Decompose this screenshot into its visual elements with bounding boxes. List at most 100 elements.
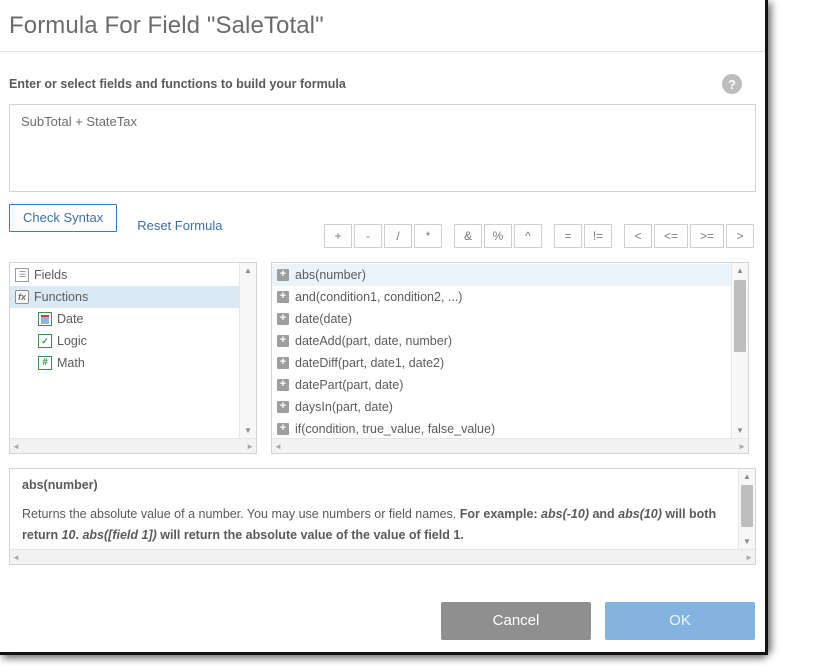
operator-button-less-than[interactable]: < [624,224,652,248]
tree-vertical-scrollbar[interactable]: ▲ ▼ [239,263,256,438]
dialog-footer: Cancel OK [0,589,765,652]
ok-button[interactable]: OK [605,602,755,640]
operator-button-ampersand[interactable]: & [454,224,482,248]
scroll-up-icon[interactable]: ▲ [732,263,748,278]
instruction-label: Enter or select fields and functions to … [9,77,346,91]
list-item[interactable]: + datePart(part, date) [272,374,731,396]
operator-button-plus[interactable]: + [324,224,352,248]
tree-item-label: Logic [57,334,87,348]
expand-plus-icon[interactable]: + [277,291,289,303]
tree-item-functions[interactable]: fx Functions [10,286,239,308]
operator-button-equals[interactable]: = [554,224,582,248]
desc-part: will return the absolute value of the va… [157,528,464,542]
actions-row: Check Syntax Reset Formula + - / * & % ^… [9,204,756,252]
operator-button-caret[interactable]: ^ [514,224,542,248]
function-list-panel: + abs(number) + and(condition1, conditio… [271,262,749,454]
tree-item-label: Fields [34,268,67,282]
expand-plus-icon[interactable]: + [277,379,289,391]
reset-formula-link[interactable]: Reset Formula [137,218,222,233]
operator-group-arithmetic: + - / * [324,224,444,248]
category-tree-list: ☰ Fields fx Functions Date ✓ Logic [10,263,239,438]
desc-part: and [589,507,618,521]
list-item[interactable]: + abs(number) [272,264,731,286]
operator-button-minus[interactable]: - [354,224,382,248]
description-vertical-scrollbar[interactable]: ▲ ▼ [738,469,755,549]
expand-plus-icon[interactable]: + [277,335,289,347]
list-item[interactable]: + daysIn(part, date) [272,396,731,418]
operator-button-not-equals[interactable]: != [584,224,612,248]
function-list-vertical-scrollbar[interactable]: ▲ ▼ [731,263,748,438]
tree-item-fields[interactable]: ☰ Fields [10,264,239,286]
scroll-right-icon[interactable]: ► [745,553,753,562]
list-item[interactable]: + and(condition1, condition2, ...) [272,286,731,308]
function-label: date(date) [295,312,352,326]
list-item[interactable]: + if(condition, true_value, false_value) [272,418,731,438]
expand-plus-icon[interactable]: + [277,269,289,281]
tree-item-math[interactable]: # Math [10,352,239,374]
expand-plus-icon[interactable]: + [277,401,289,413]
scroll-down-icon[interactable]: ▼ [732,423,748,438]
formula-input[interactable]: SubTotal + StateTax [9,104,756,192]
desc-part: abs([field 1]) [82,528,156,542]
fx-icon: fx [15,290,29,304]
description-body: abs(number) Returns the absolute value o… [10,469,738,549]
selector-panels: ☰ Fields fx Functions Date ✓ Logic [9,262,756,454]
checklist-icon: ✓ [38,334,52,348]
expand-plus-icon[interactable]: + [277,423,289,435]
tree-item-label: Date [57,312,83,326]
dialog-title-bar: Formula For Field "SaleTotal" [0,0,765,52]
scroll-left-icon[interactable]: ◄ [12,442,20,451]
scroll-up-icon[interactable]: ▲ [240,263,256,278]
scroll-left-icon[interactable]: ◄ [274,442,282,451]
description-scroll-thumb[interactable] [741,485,753,527]
operator-button-less-or-equal[interactable]: <= [654,224,688,248]
category-tree-body: ☰ Fields fx Functions Date ✓ Logic [10,263,256,438]
function-label: abs(number) [295,268,366,282]
scroll-up-icon[interactable]: ▲ [739,469,755,484]
description-scroll-track[interactable] [739,484,755,534]
function-list-horizontal-scrollbar[interactable]: ◄ ► [272,438,748,453]
description-title: abs(number) [22,478,726,492]
operator-group-comparison: < <= >= > [624,224,756,248]
help-icon[interactable]: ? [722,74,742,94]
function-label: dateDiff(part, date1, date2) [295,356,444,370]
calendar-icon [38,312,52,326]
function-scroll-thumb[interactable] [734,280,746,352]
operator-button-divide[interactable]: / [384,224,412,248]
expand-plus-icon[interactable]: + [277,313,289,325]
instruction-row: Enter or select fields and functions to … [9,74,756,94]
operator-button-multiply[interactable]: * [414,224,442,248]
list-item[interactable]: + dateDiff(part, date1, date2) [272,352,731,374]
list-icon: ☰ [15,268,29,282]
category-tree-panel: ☰ Fields fx Functions Date ✓ Logic [9,262,257,454]
list-item[interactable]: + date(date) [272,308,731,330]
desc-part: For example: [460,507,541,521]
list-item[interactable]: + dateAdd(part, date, number) [272,330,731,352]
expand-plus-icon[interactable]: + [277,357,289,369]
function-label: daysIn(part, date) [295,400,393,414]
cancel-button[interactable]: Cancel [441,602,591,640]
scroll-right-icon[interactable]: ► [246,442,254,451]
function-label: and(condition1, condition2, ...) [295,290,462,304]
tree-scroll-track[interactable] [240,278,256,423]
function-label: datePart(part, date) [295,378,403,392]
scroll-right-icon[interactable]: ► [738,442,746,451]
operator-button-percent[interactable]: % [484,224,512,248]
tree-item-logic[interactable]: ✓ Logic [10,330,239,352]
function-list: + abs(number) + and(condition1, conditio… [272,263,731,438]
description-horizontal-scrollbar[interactable]: ◄ ► [10,549,755,564]
formula-dialog: Formula For Field "SaleTotal" Enter or s… [0,0,768,655]
page-title: Formula For Field "SaleTotal" [9,12,324,40]
tree-horizontal-scrollbar[interactable]: ◄ ► [10,438,256,453]
tree-item-label: Functions [34,290,88,304]
operator-button-greater-than[interactable]: > [726,224,754,248]
operator-button-greater-or-equal[interactable]: >= [690,224,724,248]
scroll-left-icon[interactable]: ◄ [12,553,20,562]
operator-toolbar: + - / * & % ^ = != < <= >= > [324,224,756,248]
function-scroll-track[interactable] [732,278,748,423]
scroll-down-icon[interactable]: ▼ [739,534,755,549]
tree-item-date[interactable]: Date [10,308,239,330]
tree-item-label: Math [57,356,85,370]
scroll-down-icon[interactable]: ▼ [240,423,256,438]
check-syntax-button[interactable]: Check Syntax [9,204,117,232]
